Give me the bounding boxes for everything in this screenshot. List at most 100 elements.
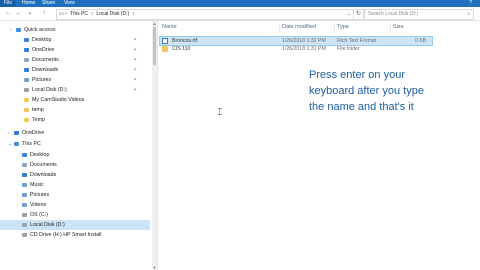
address-dropdown-icon[interactable]: ⌄ <box>347 10 351 19</box>
sidebar-item-label: OneDrive <box>22 130 45 136</box>
folder-icon <box>162 46 168 52</box>
breadcrumb-this-pc[interactable]: This PC <box>70 11 88 17</box>
sidebar-item[interactable]: Videos <box>0 200 150 210</box>
sidebar-item[interactable]: Local Disk (D:) <box>0 220 150 230</box>
file-name: CIS 110 <box>172 46 191 52</box>
expand-chevron-icon[interactable]: ⌄ <box>8 139 12 149</box>
file-type: File folder <box>337 46 360 52</box>
address-bar[interactable]: ▭ › This PC › Local Disk (D:) › ⌄ <box>56 9 354 20</box>
sidebar-item[interactable]: Documents ✦ <box>0 55 150 65</box>
tab-file[interactable]: File <box>0 0 17 7</box>
documents-icon <box>24 58 29 62</box>
pictures-icon <box>22 193 27 197</box>
breadcrumb-separator-icon: › <box>132 11 135 17</box>
column-header-date-modified[interactable]: Date modified <box>282 24 316 30</box>
sidebar-item[interactable]: Documents <box>0 160 150 170</box>
instruction-note: Press enter on your keyboard after you t… <box>309 67 469 115</box>
file-row[interactable]: CIS 110 1/26/2018 1:31 PM File folder <box>160 45 432 53</box>
mouse-cursor-icon: ⌶ <box>217 107 223 117</box>
folder-icon <box>24 108 29 112</box>
column-header-name[interactable]: Name <box>162 24 177 30</box>
column-separator[interactable] <box>279 23 280 31</box>
address-bar-row: ← → ⌄ ↑ ▭ › This PC › Local Disk (D:) › … <box>0 7 480 21</box>
file-type: Rich Text Format <box>337 38 377 44</box>
drive-icon <box>24 88 29 92</box>
search-input[interactable]: Search Local Disk (D:) ⌕ <box>364 9 474 20</box>
pin-icon: ✦ <box>133 57 138 63</box>
breadcrumb-local-disk[interactable]: Local Disk (D:) <box>96 11 129 17</box>
sidebar-item-label: Desktop <box>30 152 50 158</box>
expand-chevron-icon[interactable]: › <box>10 25 12 35</box>
sidebar-item[interactable]: Downloads ✦ <box>0 65 150 75</box>
computer-icon <box>14 142 19 146</box>
search-icon: ⌕ <box>467 11 470 17</box>
forward-arrow-icon[interactable]: → <box>14 9 22 18</box>
sidebar-item[interactable]: OneDrive ✦ <box>0 45 150 55</box>
sidebar-item[interactable]: Temp <box>0 115 150 125</box>
documents-icon <box>22 163 27 167</box>
sidebar-item[interactable]: temp <box>0 105 150 115</box>
rtf-file-icon <box>162 38 168 44</box>
back-arrow-icon[interactable]: ← <box>4 9 12 18</box>
column-separator[interactable] <box>390 23 391 31</box>
tab-home[interactable]: Home <box>22 0 35 7</box>
pin-icon: ✦ <box>133 37 138 43</box>
column-header-size[interactable]: Size <box>393 24 404 30</box>
sidebar-item-label: OS (C:) <box>30 212 48 218</box>
download-icon <box>22 173 27 177</box>
up-arrow-icon[interactable]: ↑ <box>40 9 48 18</box>
refresh-icon[interactable]: ↻ <box>353 9 364 20</box>
sidebar-item[interactable]: My CamStudio Videos <box>0 95 150 105</box>
sidebar-item[interactable]: CD Drive (H:) HP Smart Install <box>0 230 150 240</box>
cloud-icon <box>24 48 29 52</box>
folder-icon <box>24 118 29 122</box>
sidebar-item[interactable]: Music <box>0 180 150 190</box>
sidebar-item-label: Temp <box>32 117 45 123</box>
ribbon-tabs: File Home Share View ? <box>0 0 480 7</box>
sidebar-item[interactable]: › Quick access <box>0 25 150 35</box>
tab-view[interactable]: View <box>64 0 75 7</box>
sidebar-item-label: Desktop <box>32 37 52 43</box>
cd-drive-icon <box>22 233 27 237</box>
star-icon <box>16 28 21 32</box>
sidebar-item[interactable]: Pictures <box>0 190 150 200</box>
pictures-icon <box>24 78 29 82</box>
sidebar-item[interactable]: Desktop ✦ <box>0 35 150 45</box>
expand-chevron-icon[interactable]: › <box>8 128 10 138</box>
note-line: Press enter on your <box>309 69 405 81</box>
file-date: 1/26/2018 1:32 PM <box>282 38 326 44</box>
music-icon <box>22 183 27 187</box>
note-line: the name and that's it <box>309 101 414 113</box>
file-size: 0 KB <box>415 38 427 44</box>
recent-locations-chevron-icon[interactable]: ⌄ <box>26 9 34 18</box>
sidebar-item[interactable]: Desktop <box>0 150 150 160</box>
search-placeholder: Search Local Disk (D:) <box>368 11 419 17</box>
sidebar-item[interactable]: › OneDrive <box>0 128 150 138</box>
sidebar-item-label: Downloads <box>32 67 59 73</box>
sidebar-item-label: Music <box>30 182 44 188</box>
file-name: Broncos.rtf <box>172 38 198 44</box>
sidebar-item-label: My CamStudio Videos <box>32 97 85 103</box>
sidebar-item[interactable]: Local Disk (D:) ✦ <box>0 85 150 95</box>
column-separator[interactable] <box>334 23 335 31</box>
sidebar-item[interactable]: ⌄ This PC <box>0 139 150 149</box>
sidebar-item-label: Local Disk (D:) <box>32 87 67 93</box>
column-header-type[interactable]: Type <box>337 24 349 30</box>
desktop-icon <box>22 153 27 157</box>
scrollbar-thumb[interactable] <box>153 27 156 65</box>
sidebar-item[interactable]: Pictures ✦ <box>0 75 150 85</box>
sidebar-item[interactable]: OS (C:) <box>0 210 150 220</box>
file-row[interactable]: Broncos.rtf 1/26/2018 1:32 PM Rich Text … <box>159 36 433 46</box>
cloud-icon <box>14 131 19 135</box>
sidebar-item-label: temp <box>32 107 44 113</box>
pin-icon: ✦ <box>133 87 138 93</box>
drive-icon <box>22 223 27 227</box>
pin-icon: ✦ <box>133 77 138 83</box>
sidebar-item-label: This PC <box>22 141 41 147</box>
tab-share[interactable]: Share <box>42 0 55 7</box>
sidebar-item-label: CD Drive (H:) HP Smart Install <box>30 232 102 238</box>
sidebar-item-label: Videos <box>30 202 47 208</box>
sidebar-item[interactable]: Downloads <box>0 170 150 180</box>
breadcrumb-separator-icon: › <box>91 11 94 17</box>
help-icon[interactable]: ? <box>469 0 472 7</box>
